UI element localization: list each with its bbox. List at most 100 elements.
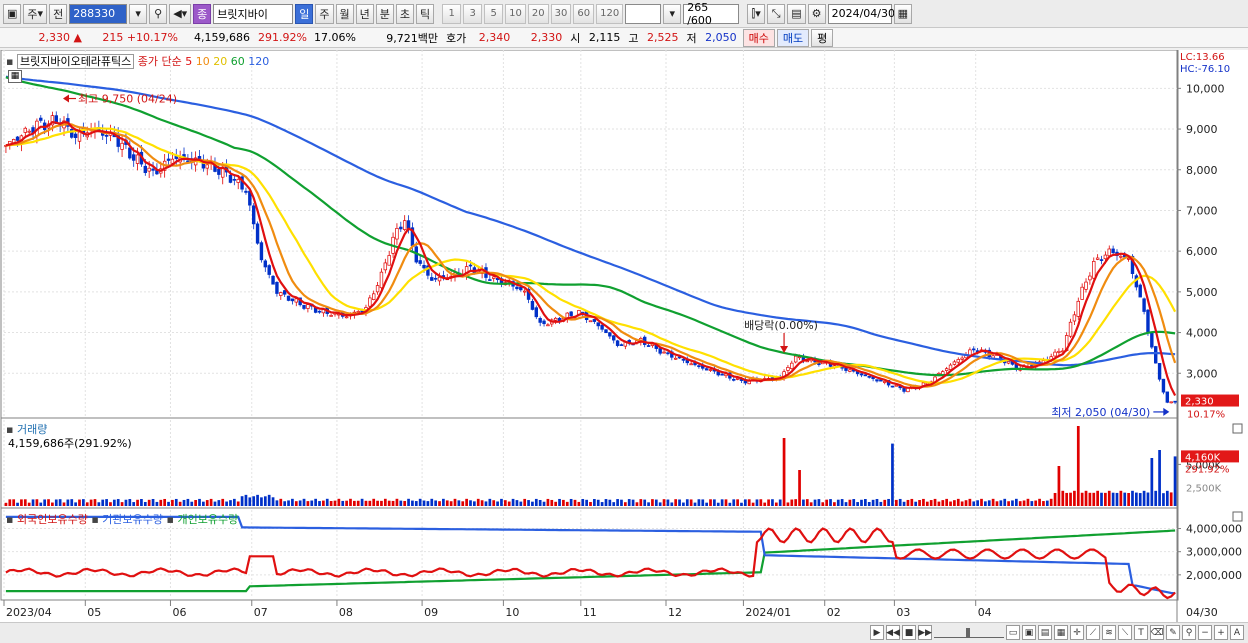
ray-icon[interactable]: ⟍ bbox=[1118, 625, 1132, 640]
volume-bar bbox=[519, 501, 523, 506]
period-tab-minute[interactable]: 분 bbox=[375, 3, 394, 24]
stock-code-input[interactable]: 288330 bbox=[69, 3, 128, 24]
speaker-icon[interactable]: ◀▾ bbox=[169, 3, 192, 24]
view-icon-3[interactable]: ▤ bbox=[1038, 625, 1052, 640]
rewind-icon[interactable]: ◀◀ bbox=[886, 625, 900, 640]
period-tab-tick[interactable]: 틱 bbox=[416, 3, 435, 24]
volume-bar bbox=[27, 502, 31, 506]
x-tick-label: 03 bbox=[896, 606, 910, 619]
volume-bar bbox=[411, 500, 414, 506]
period-tab-month[interactable]: 월 bbox=[335, 3, 354, 24]
candle-body bbox=[1165, 391, 1170, 403]
volume-bar bbox=[267, 494, 271, 506]
interval-60-button[interactable]: 60 bbox=[573, 3, 595, 24]
volume-bar bbox=[581, 498, 585, 506]
interval-20-button[interactable]: 20 bbox=[527, 3, 549, 24]
chart-canvas[interactable]: 10,000 9,000 8,000 7,000 6,000 5,000 4,000 3,00… bbox=[0, 50, 1248, 622]
view-icon-2[interactable]: ▣ bbox=[1022, 625, 1036, 640]
search-icon[interactable]: ⚲ bbox=[149, 3, 168, 24]
volume-bar bbox=[875, 498, 879, 506]
prev-button[interactable]: 전 bbox=[49, 3, 68, 24]
chart-area[interactable]: 10,000 9,000 8,000 7,000 6,000 5,000 4,000 3,00… bbox=[0, 50, 1248, 622]
interval-120-button[interactable]: 120 bbox=[596, 3, 624, 24]
evaluate-button[interactable]: 평 bbox=[811, 28, 834, 47]
candle-body bbox=[646, 345, 651, 347]
font-size-icon[interactable]: A bbox=[1230, 625, 1244, 640]
volume-bar bbox=[987, 500, 991, 506]
legend-stock-name[interactable]: 브릿지바이오테라퓨틱스 bbox=[16, 54, 135, 69]
candle-body bbox=[147, 167, 151, 172]
period-tab-week[interactable]: 주 bbox=[315, 3, 334, 24]
volume-bar bbox=[790, 499, 794, 506]
candle-body bbox=[244, 190, 248, 193]
calendar-icon[interactable]: ▦ bbox=[893, 3, 913, 24]
candle-body bbox=[387, 255, 391, 266]
zoom-in-icon[interactable]: ⚲ bbox=[1182, 625, 1196, 640]
code-dropdown-icon[interactable]: ▾ bbox=[129, 3, 148, 24]
volume-bar bbox=[554, 501, 558, 506]
custom-interval-input[interactable] bbox=[625, 3, 662, 24]
interval-3-button[interactable]: 3 bbox=[463, 3, 483, 24]
volume-bar bbox=[984, 501, 987, 506]
date-input[interactable]: 2024/04/30 bbox=[827, 3, 895, 24]
interval-10-button[interactable]: 10 bbox=[505, 3, 526, 24]
volume-bar bbox=[461, 501, 465, 506]
volume-bar bbox=[759, 499, 763, 506]
table-toggle-icon[interactable]: ▦ bbox=[8, 70, 22, 83]
save-icon[interactable]: ▤ bbox=[787, 3, 806, 24]
volume-bar bbox=[558, 498, 561, 506]
volume-bar bbox=[972, 501, 976, 506]
candle-type-icon[interactable]: ⫿▾ bbox=[747, 3, 766, 24]
volume-bar bbox=[4, 502, 8, 506]
up-arrow-icon: ▲ bbox=[73, 31, 82, 44]
volume-bar bbox=[685, 499, 689, 506]
volume-bar bbox=[97, 502, 101, 506]
interval-1-button[interactable]: 1 bbox=[442, 3, 462, 24]
sell-button[interactable]: 매도 bbox=[776, 28, 810, 47]
legend-institution-holding: 기관보유수량 bbox=[102, 513, 164, 526]
eraser-icon[interactable]: ⌫ bbox=[1150, 625, 1164, 640]
period-tab-day[interactable]: 일 bbox=[295, 3, 314, 24]
minus-icon[interactable]: − bbox=[1198, 625, 1212, 640]
trend-line-icon[interactable]: ⟋ bbox=[1086, 625, 1100, 640]
zoom-slider[interactable] bbox=[934, 627, 1004, 638]
candle-body bbox=[662, 351, 666, 354]
period-tab-second[interactable]: 초 bbox=[395, 3, 415, 24]
data-count-input[interactable]: 265 /600 bbox=[683, 1, 740, 27]
candle-body bbox=[708, 369, 713, 371]
volume-bar bbox=[167, 501, 170, 506]
crosshair-icon[interactable]: ✛ bbox=[1070, 625, 1084, 640]
buy-button[interactable]: 매수 bbox=[742, 28, 775, 47]
volume-bar bbox=[236, 501, 240, 506]
stop-icon[interactable]: ■ bbox=[902, 625, 916, 640]
market-select[interactable]: 주 ▾ bbox=[23, 3, 48, 24]
volume-bar bbox=[143, 501, 147, 506]
period-tab-year[interactable]: 년 bbox=[355, 3, 374, 24]
interval-30-button[interactable]: 30 bbox=[550, 3, 572, 24]
volume-bar bbox=[693, 502, 697, 506]
volume-bar bbox=[93, 499, 97, 506]
candle-body bbox=[383, 262, 388, 271]
volume-bar bbox=[651, 499, 654, 506]
text-tool-icon[interactable]: T bbox=[1134, 625, 1148, 640]
draw-tool-icon[interactable]: ⤡ bbox=[767, 3, 786, 24]
fast-forward-icon[interactable]: ▶▶ bbox=[918, 625, 932, 640]
fib-icon[interactable]: ≋ bbox=[1102, 625, 1116, 640]
settings-tool-icon[interactable]: ✎ bbox=[1166, 625, 1180, 640]
scroll-right-icon[interactable]: ▶ bbox=[870, 625, 884, 640]
interval-5-button[interactable]: 5 bbox=[484, 3, 504, 24]
volume-bar bbox=[623, 502, 627, 506]
custom-interval-dropdown-icon[interactable]: ▾ bbox=[663, 3, 682, 24]
volume-bar bbox=[356, 500, 360, 506]
gear-icon[interactable]: ⚙ bbox=[807, 3, 826, 24]
candle-body bbox=[73, 133, 78, 139]
volume-bar bbox=[662, 499, 666, 506]
view-icon-1[interactable]: ▭ bbox=[1006, 625, 1020, 640]
ask-price: 2,340 bbox=[478, 31, 511, 44]
layout-icon[interactable]: ▣ bbox=[3, 3, 22, 24]
volume-bar bbox=[995, 501, 999, 506]
plus-icon[interactable]: + bbox=[1214, 625, 1228, 640]
view-icon-4[interactable]: ▦ bbox=[1054, 625, 1068, 640]
zoom-slider-handle[interactable] bbox=[966, 627, 970, 638]
volume-bar bbox=[1080, 492, 1084, 506]
